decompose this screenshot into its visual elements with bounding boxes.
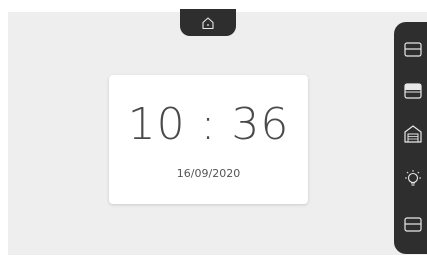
side-button-garage[interactable]: [402, 123, 424, 145]
light-bulb-icon: [402, 169, 424, 191]
side-button-light[interactable]: [402, 169, 424, 191]
home-tab[interactable]: [180, 9, 236, 36]
home-icon: [201, 16, 215, 30]
clock-date: 16/09/2020: [176, 167, 241, 180]
garage-icon: [403, 124, 423, 144]
shutter-icon: [403, 82, 423, 100]
clock-card: 10 : 36 16/09/2020: [109, 75, 308, 204]
side-button-cover-2[interactable]: [402, 213, 424, 235]
clock-time: 10 : 36: [127, 99, 290, 150]
side-panel: [394, 22, 427, 254]
side-button-shutter[interactable]: [402, 80, 424, 102]
cover-icon: [403, 215, 423, 233]
cover-icon: [403, 40, 423, 58]
side-button-cover-1[interactable]: [402, 38, 424, 60]
